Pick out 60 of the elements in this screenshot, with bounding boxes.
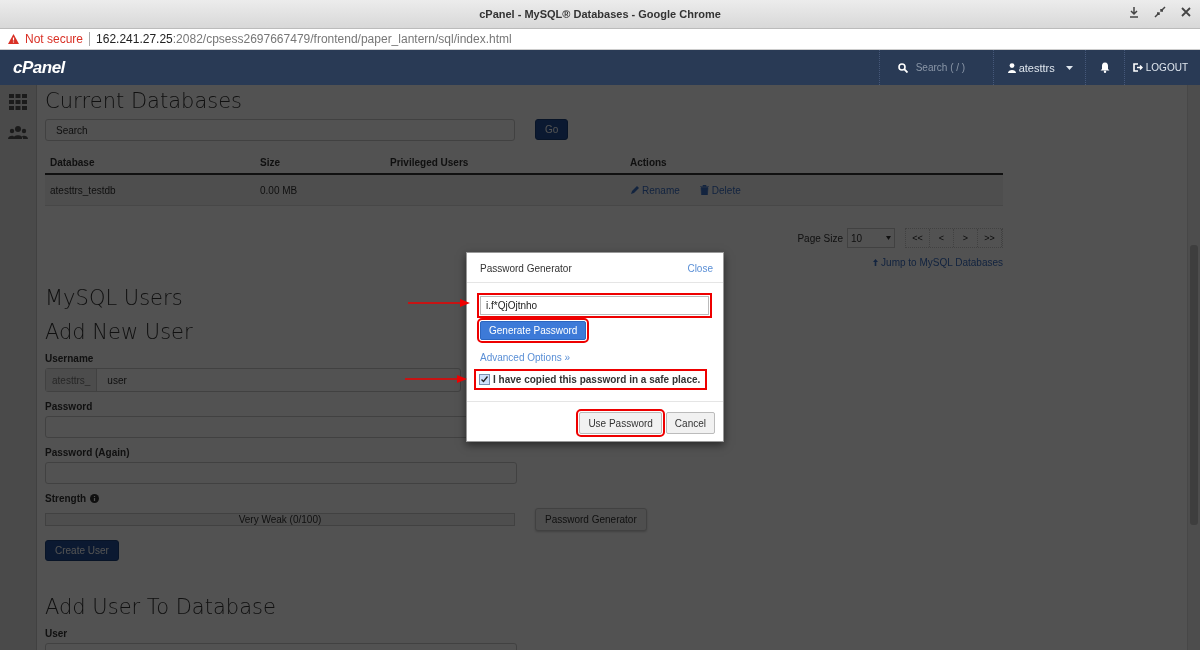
- pager-button[interactable]: <: [930, 229, 954, 247]
- column-header: Database: [49, 156, 96, 170]
- field-label: Strength: [45, 493, 87, 504]
- section-heading: Add New User: [45, 320, 193, 344]
- password-generator-button[interactable]: Password Generator: [535, 508, 647, 531]
- restore-icon[interactable]: [1154, 6, 1166, 18]
- column-header: Privileged Users: [389, 156, 470, 170]
- security-label[interactable]: Not secure: [25, 32, 84, 46]
- window-title: cPanel - MySQL® Databases - Google Chrome: [479, 8, 721, 20]
- warning-icon: [8, 34, 19, 44]
- search-field[interactable]: Search: [45, 119, 515, 141]
- password-field[interactable]: i.f*QjOjtnho: [480, 296, 709, 315]
- field-label: Password (Again): [45, 447, 130, 458]
- pager-button[interactable]: >: [954, 229, 978, 247]
- annotation-arrow: [408, 298, 472, 308]
- search-icon: [897, 62, 908, 73]
- annotation-arrow: [405, 374, 469, 384]
- section-heading: Current Databases: [45, 89, 243, 113]
- use-password-button[interactable]: Use Password: [579, 412, 662, 434]
- generate-password-button[interactable]: Generate Password: [480, 321, 587, 340]
- pager-button[interactable]: >>: [978, 229, 1002, 247]
- logout-link[interactable]: LOGOUT: [1145, 62, 1188, 73]
- section-heading: Add User To Database: [45, 595, 276, 619]
- column-header: Actions: [629, 156, 668, 170]
- field-label: User: [45, 628, 68, 639]
- section-heading: MySQL Users: [45, 286, 183, 310]
- create-user-button[interactable]: Create User: [45, 540, 119, 561]
- table-cell-text: atesttrs_testdb: [49, 184, 117, 196]
- pager-button[interactable]: <<: [906, 229, 930, 247]
- search-field[interactable]: Search ( / ): [915, 62, 966, 73]
- bell-icon[interactable]: [1099, 62, 1110, 73]
- trash-icon: [699, 185, 709, 195]
- strength-meter: Very Weak (0/100): [45, 513, 515, 526]
- advanced-options-link[interactable]: Advanced Options »: [480, 352, 713, 363]
- page-size-select[interactable]: 10: [847, 228, 895, 248]
- close-icon[interactable]: [1180, 6, 1192, 18]
- copied-checkbox[interactable]: I have copied this password in a safe place.: [477, 372, 705, 387]
- logo[interactable]: cPanel: [13, 57, 65, 78]
- delete-link[interactable]: Delete: [699, 184, 741, 196]
- rename-link[interactable]: Rename: [630, 184, 680, 196]
- column-header: Size: [259, 156, 281, 170]
- user-icon: [1007, 62, 1016, 73]
- field-label: Username: [45, 353, 94, 364]
- cancel-button[interactable]: Cancel: [665, 412, 715, 434]
- arrow-up-icon: [873, 259, 879, 266]
- jump-link[interactable]: Jump to MySQL Databases: [873, 257, 1003, 268]
- user-menu[interactable]: atesttrs: [1018, 61, 1055, 74]
- field-label: Password: [45, 401, 93, 412]
- download-icon[interactable]: [1128, 6, 1140, 18]
- info-icon: [90, 494, 100, 503]
- checkmark-icon: [481, 376, 488, 383]
- close-link[interactable]: Close: [687, 263, 713, 274]
- caret-icon: [1065, 65, 1073, 70]
- address-bar[interactable]: 162.241.27.25:2082/cpsess2697667479/frontend/paper_lantern/sql/index.html: [96, 32, 512, 46]
- dialog-title: Password Generator: [480, 263, 572, 274]
- logout-icon: [1132, 63, 1143, 72]
- caret-icon: [886, 236, 891, 240]
- pencil-icon: [630, 185, 639, 195]
- go-button[interactable]: Go: [535, 119, 569, 140]
- page-size-label: Page Size: [797, 232, 843, 244]
